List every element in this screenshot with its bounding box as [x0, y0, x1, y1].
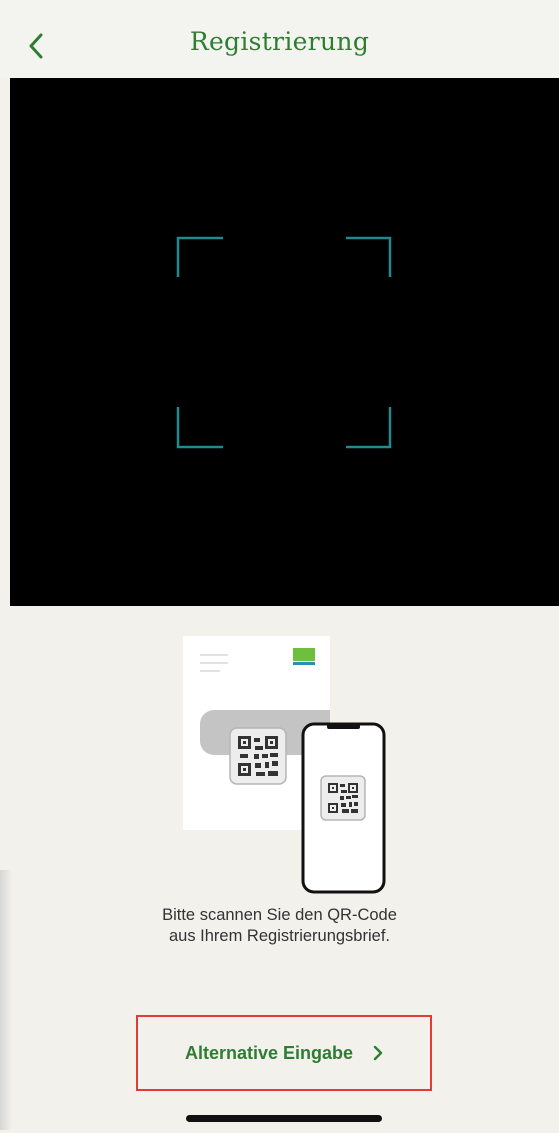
instructions-line-1: Bitte scannen Sie den QR-Code [162, 906, 397, 924]
qr-scan-illustration [0, 606, 559, 906]
chevron-right-icon [373, 1045, 383, 1061]
scan-corner-top-right [346, 236, 392, 277]
scan-corner-bottom-right [346, 407, 392, 449]
alternative-input-label: Alternative Eingabe [184, 1042, 354, 1063]
scan-frame [176, 236, 392, 449]
scan-corner-top-left [176, 236, 223, 277]
instructions-line-2: aus Ihrem Registrierungsbrief. [168, 927, 390, 945]
alternative-input-button[interactable]: Alternative Eingabe [136, 1015, 432, 1091]
camera-viewfinder [10, 78, 559, 606]
home-indicator [186, 1115, 382, 1122]
scan-corner-bottom-left [176, 407, 223, 449]
page-title: Registrierung [189, 27, 370, 56]
nav-bar: Registrierung [0, 0, 559, 78]
scan-instructions: Bitte scannen Sie den QR-Code aus Ihrem … [0, 905, 559, 947]
phone-icon [301, 722, 386, 894]
